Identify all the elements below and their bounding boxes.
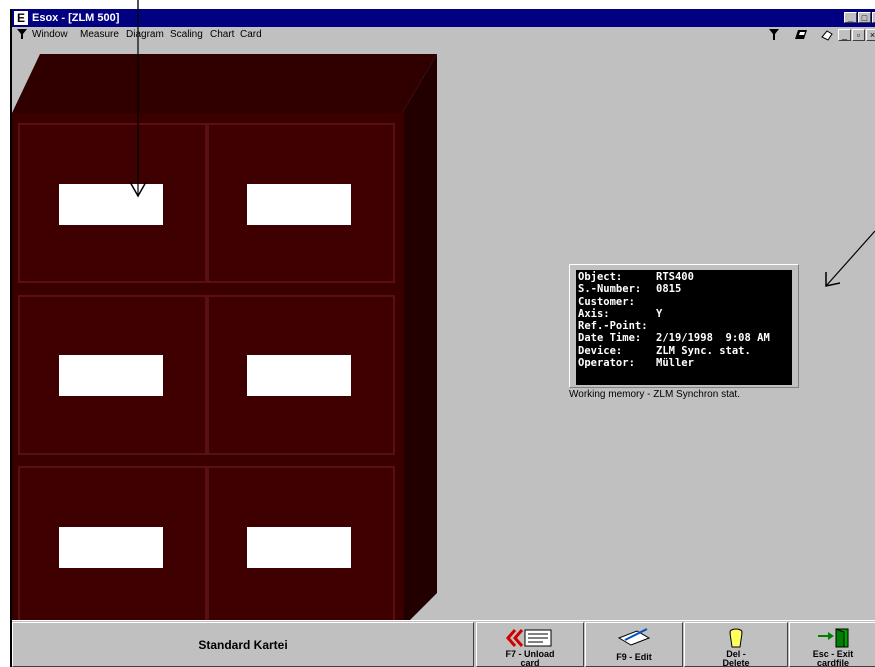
annotation-arrow-diagonal bbox=[825, 230, 875, 287]
standard-kartei-panel: Standard Kartei bbox=[12, 622, 474, 667]
info-row-ref-point: Ref.-Point: bbox=[578, 320, 648, 333]
app-icon[interactable]: E bbox=[14, 11, 28, 25]
cabinet-side bbox=[402, 54, 437, 623]
menu-scaling[interactable]: Scaling bbox=[170, 27, 203, 43]
trash-icon bbox=[729, 628, 743, 648]
drawer-2 bbox=[207, 123, 395, 283]
card-info-panel: Object: RTS400 S.-Number: 0815 Customer: A… bbox=[569, 264, 799, 388]
edit-pen-icon bbox=[617, 628, 651, 646]
unload-card-label-2: card bbox=[520, 658, 540, 667]
drawer-label-2 bbox=[247, 184, 351, 225]
drawer-5 bbox=[18, 466, 207, 623]
exit-label-2: cardfile bbox=[816, 658, 849, 667]
edit-button[interactable]: F9 - Edit bbox=[585, 622, 683, 667]
exit-cardfile-button[interactable]: Esc - Exit cardfile bbox=[789, 622, 875, 667]
info-row-object: Object: RTS400 bbox=[578, 271, 694, 283]
delete-button[interactable]: Del - Delete bbox=[684, 622, 788, 667]
mdi-minimize-button[interactable]: _ bbox=[838, 29, 851, 41]
drawer-1 bbox=[18, 123, 207, 283]
filter-icon[interactable] bbox=[768, 28, 780, 45]
mdi-restore-button[interactable]: ▫ bbox=[852, 29, 865, 41]
menu-chart[interactable]: Chart bbox=[210, 27, 234, 43]
drawer-6 bbox=[207, 466, 395, 623]
eraser-icon[interactable] bbox=[794, 29, 808, 45]
card-file-cabinet[interactable] bbox=[12, 43, 452, 623]
info-row-date-time: Date Time: 2/19/1998 9:08 AM bbox=[578, 332, 770, 345]
minimize-button[interactable]: _ bbox=[844, 12, 857, 23]
menu-window[interactable]: Window bbox=[32, 27, 68, 43]
mdi-close-button[interactable]: × bbox=[866, 29, 875, 41]
drawer-label-4 bbox=[247, 355, 351, 396]
delete-label-2: Delete bbox=[722, 658, 750, 667]
exit-door-icon bbox=[818, 628, 849, 648]
menu-card[interactable]: Card bbox=[240, 27, 262, 43]
maximize-button[interactable]: □ bbox=[858, 12, 871, 23]
edit-label: F9 - Edit bbox=[616, 652, 652, 662]
drawer-label-3 bbox=[59, 355, 163, 396]
annotation-arrow-down-overlay bbox=[129, 0, 147, 198]
info-row-axis: Axis: Y bbox=[578, 307, 663, 320]
standard-kartei-label: Standard Kartei bbox=[198, 638, 288, 652]
drawer-4 bbox=[207, 295, 395, 455]
info-row-device: Device: ZLM Sync. stat. bbox=[578, 344, 751, 357]
menu-measure[interactable]: Measure bbox=[80, 27, 119, 43]
card-info-box: Object: RTS400 S.-Number: 0815 Customer: A… bbox=[576, 270, 792, 385]
drawer-label-6 bbox=[247, 527, 351, 568]
info-row-operator: Operator: Müller bbox=[578, 357, 694, 370]
drawer-3 bbox=[18, 295, 207, 455]
status-bar: Standard Kartei F7 - Unload card F9 - Ed… bbox=[12, 620, 875, 667]
cabinet-top bbox=[12, 54, 437, 113]
working-memory-caption: Working memory - ZLM Synchron stat. bbox=[569, 389, 740, 400]
hand-icon[interactable] bbox=[820, 29, 834, 45]
info-row-customer: Customer: bbox=[578, 295, 635, 308]
info-row-serial-number: S.-Number: 0815 bbox=[578, 283, 682, 296]
drawer-label-5 bbox=[59, 527, 163, 568]
unload-card-icon bbox=[506, 629, 552, 647]
unload-card-button[interactable]: F7 - Unload card bbox=[476, 622, 584, 667]
window-title: Esox - [ZLM 500] bbox=[32, 12, 120, 24]
